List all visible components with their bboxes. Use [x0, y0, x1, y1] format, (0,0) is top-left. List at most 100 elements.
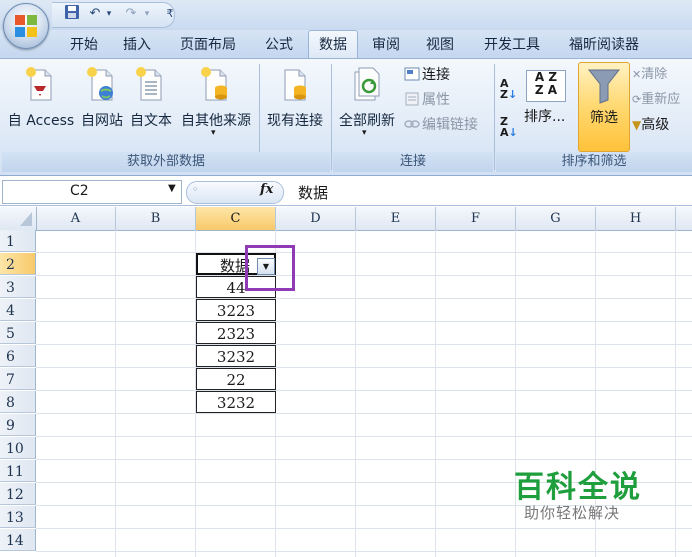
office-logo-icon	[15, 15, 37, 37]
save-icon[interactable]	[62, 4, 82, 24]
grid-line	[435, 230, 436, 557]
office-button[interactable]	[3, 3, 49, 49]
tab-data[interactable]: 数据	[308, 30, 358, 59]
sort-az-text: A Z	[534, 70, 558, 84]
name-box-dropdown-icon[interactable]: ▼	[168, 183, 176, 194]
column-header-e[interactable]: E	[356, 207, 436, 230]
grid-line	[355, 230, 356, 557]
sort-button[interactable]: 排序...	[524, 106, 565, 126]
grid-line	[36, 459, 692, 460]
clear-filter-button[interactable]: ✕清除	[632, 64, 667, 86]
grid-line	[36, 344, 692, 345]
row-header-3[interactable]: 3	[0, 276, 36, 298]
row-header-1[interactable]: 1	[0, 230, 36, 252]
column-header-a[interactable]: A	[36, 207, 116, 230]
redo-icon[interactable]: ↷	[122, 4, 140, 24]
column-header-c[interactable]: C	[196, 207, 276, 230]
grid-line	[36, 321, 692, 322]
existing-connections-label: 现有连接	[267, 113, 323, 129]
formula-input[interactable]: 数据	[298, 182, 328, 203]
row-header-11[interactable]: 11	[0, 460, 36, 482]
row-header-10[interactable]: 10	[0, 437, 36, 459]
grid-line	[36, 390, 692, 391]
watermark-title: 百科全说	[514, 470, 642, 505]
sort-dialog-icon: A ZZ A	[526, 70, 566, 102]
from-other-sources-button[interactable]: 自其他来源 ▾	[176, 62, 256, 148]
grid-line	[36, 367, 692, 368]
cell-c5[interactable]: 2323	[196, 322, 276, 344]
group-label-connections: 连接	[333, 152, 493, 172]
web-globe-icon	[87, 67, 113, 101]
undo-dropdown-icon[interactable]: ▾	[104, 4, 114, 24]
cell-c4[interactable]: 3223	[196, 299, 276, 321]
filter-button[interactable]: 筛选	[578, 62, 630, 152]
from-access-label: 自 Access	[7, 113, 75, 129]
row-header-8[interactable]: 8	[0, 391, 36, 413]
row-header-5[interactable]: 5	[0, 322, 36, 344]
expand-handle-icon[interactable]: ◦	[192, 183, 199, 196]
other-sources-icon	[201, 67, 227, 101]
grid-line	[36, 551, 692, 552]
from-other-sources-label: 自其他来源	[181, 113, 251, 129]
cell-c8[interactable]: 3232	[196, 391, 276, 413]
column-header-d[interactable]: D	[276, 207, 356, 230]
cell-c7[interactable]: 22	[196, 368, 276, 390]
watermark-subtitle: 助你轻松解决	[524, 504, 621, 522]
tab-home[interactable]: 开始	[60, 32, 108, 58]
sort-ascending-icon[interactable]: A Z↓	[500, 78, 520, 100]
tab-view[interactable]: 视图	[418, 32, 462, 58]
row-header-6[interactable]: 6	[0, 345, 36, 367]
from-web-label: 自网站	[81, 113, 123, 129]
row-header-13[interactable]: 13	[0, 506, 36, 528]
cell-c6[interactable]: 3232	[196, 345, 276, 367]
row-header-12[interactable]: 12	[0, 483, 36, 505]
grid-line	[36, 436, 692, 437]
column-header-f[interactable]: F	[436, 207, 516, 230]
grid-line	[36, 252, 692, 253]
column-header-g[interactable]: G	[516, 207, 596, 230]
redo-dropdown-icon[interactable]: ▾	[142, 4, 152, 24]
edit-links-icon	[404, 120, 420, 128]
group-separator	[494, 64, 495, 170]
other-sources-dropdown-icon: ▾	[211, 128, 216, 138]
insert-function-button[interactable]: fx	[260, 182, 273, 197]
tab-formulas[interactable]: 公式	[256, 32, 302, 58]
name-box[interactable]	[2, 180, 182, 204]
select-all-triangle-icon	[20, 212, 32, 226]
tab-foxit-reader[interactable]: 福昕阅读器	[556, 32, 652, 58]
row-header-14[interactable]: 14	[0, 529, 36, 551]
column-header-h[interactable]: H	[596, 207, 676, 230]
from-web-button[interactable]: 自网站	[78, 62, 126, 148]
from-text-label: 自文本	[130, 113, 172, 129]
customize-qat-icon[interactable]: ₹	[164, 4, 176, 24]
column-header-b[interactable]: B	[116, 207, 196, 230]
highlight-box	[245, 245, 295, 291]
undo-icon[interactable]: ↶	[86, 4, 104, 24]
from-text-button[interactable]: 自文本	[126, 62, 176, 148]
connections-button[interactable]: 连接	[404, 64, 450, 86]
text-file-icon	[136, 67, 162, 101]
sort-descending-icon[interactable]: Z A↓	[500, 116, 520, 138]
existing-connections-icon	[284, 69, 306, 101]
reapply-button[interactable]: ⟳重新应	[632, 89, 680, 111]
advanced-filter-button[interactable]: ▼高级	[632, 114, 669, 136]
refresh-all-label: 全部刷新	[339, 113, 395, 129]
access-database-icon	[26, 67, 52, 101]
grid-line	[36, 528, 692, 529]
row-header-2[interactable]: 2	[0, 253, 36, 275]
name-box-value: C2	[70, 183, 89, 199]
existing-connections-button[interactable]: 现有连接	[262, 62, 328, 148]
tab-developer[interactable]: 开发工具	[472, 32, 552, 58]
refresh-all-icon	[354, 67, 380, 101]
tab-review[interactable]: 审阅	[364, 32, 408, 58]
edit-links-button[interactable]: 编辑链接	[404, 114, 478, 136]
row-header-7[interactable]: 7	[0, 368, 36, 390]
properties-label: 属性	[422, 92, 450, 108]
row-header-4[interactable]: 4	[0, 299, 36, 321]
properties-button[interactable]: 属性	[404, 89, 450, 111]
refresh-all-button[interactable]: 全部刷新 ▾	[334, 62, 400, 148]
row-header-9[interactable]: 9	[0, 414, 36, 436]
tab-insert[interactable]: 插入	[114, 32, 160, 58]
tab-page-layout[interactable]: 页面布局	[168, 32, 248, 58]
from-access-button[interactable]: 自 Access	[6, 62, 76, 148]
